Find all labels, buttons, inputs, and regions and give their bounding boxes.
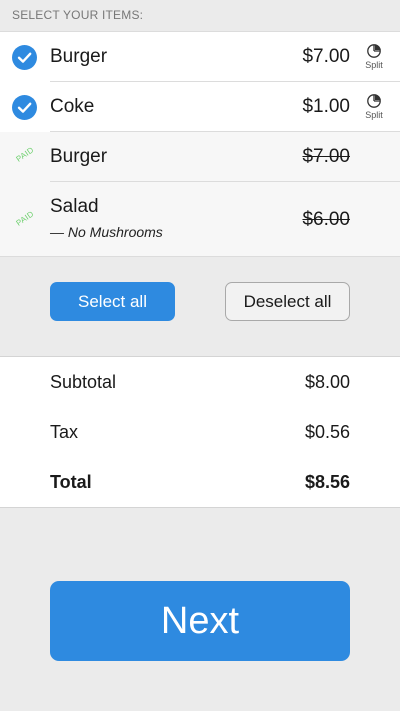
list-item: PAID Burger $7.00 [0,132,400,182]
section-header: SELECT YOUR ITEMS: [0,0,400,31]
split-button[interactable]: Split [362,43,386,70]
list-item[interactable]: Burger $7.00 Split [0,32,400,82]
totals-panel: Subtotal $8.00 Tax $0.56 Total $8.56 [0,356,400,508]
item-name: Burger [50,146,108,167]
subtotal-row: Subtotal $8.00 [50,372,350,396]
tax-label: Tax [50,422,79,442]
selection-actions: Select all Deselect all [0,257,400,356]
select-all-button[interactable]: Select all [50,282,175,321]
item-list: Burger $7.00 Split Coke $1.00 Split PAID… [0,31,400,257]
item-price: $7.00 [302,46,350,67]
total-label: Total [50,472,92,492]
total-value: $8.56 [304,472,350,492]
paid-badge: PAID [14,209,36,228]
subtotal-value: $8.00 [304,372,350,392]
list-item[interactable]: Coke $1.00 Split [0,82,400,132]
subtotal-label: Subtotal [50,372,117,392]
split-button[interactable]: Split [362,93,386,120]
paid-badge: PAID [14,145,36,164]
checkmark-icon[interactable] [12,95,37,120]
item-name: Coke [50,96,95,117]
item-price: $1.00 [302,96,350,117]
list-item: PAID Salad — No Mushrooms $6.00 [0,182,400,257]
deselect-all-button[interactable]: Deselect all [225,282,350,321]
item-name: Burger [50,46,108,67]
next-button[interactable]: Next [50,581,350,661]
pie-chart-icon [367,44,381,58]
tax-row: Tax $0.56 [50,422,350,446]
section-title: SELECT YOUR ITEMS: [12,8,144,22]
tax-value: $0.56 [304,422,350,442]
total-row: Total $8.56 [50,472,350,496]
pie-chart-icon [367,94,381,108]
item-price: $6.00 [302,209,350,230]
item-note: — No Mushrooms [50,224,163,240]
split-label: Split [365,110,383,120]
split-label: Split [365,60,383,70]
item-name: Salad [50,196,99,217]
checkmark-icon[interactable] [12,45,37,70]
item-price: $7.00 [302,146,350,167]
